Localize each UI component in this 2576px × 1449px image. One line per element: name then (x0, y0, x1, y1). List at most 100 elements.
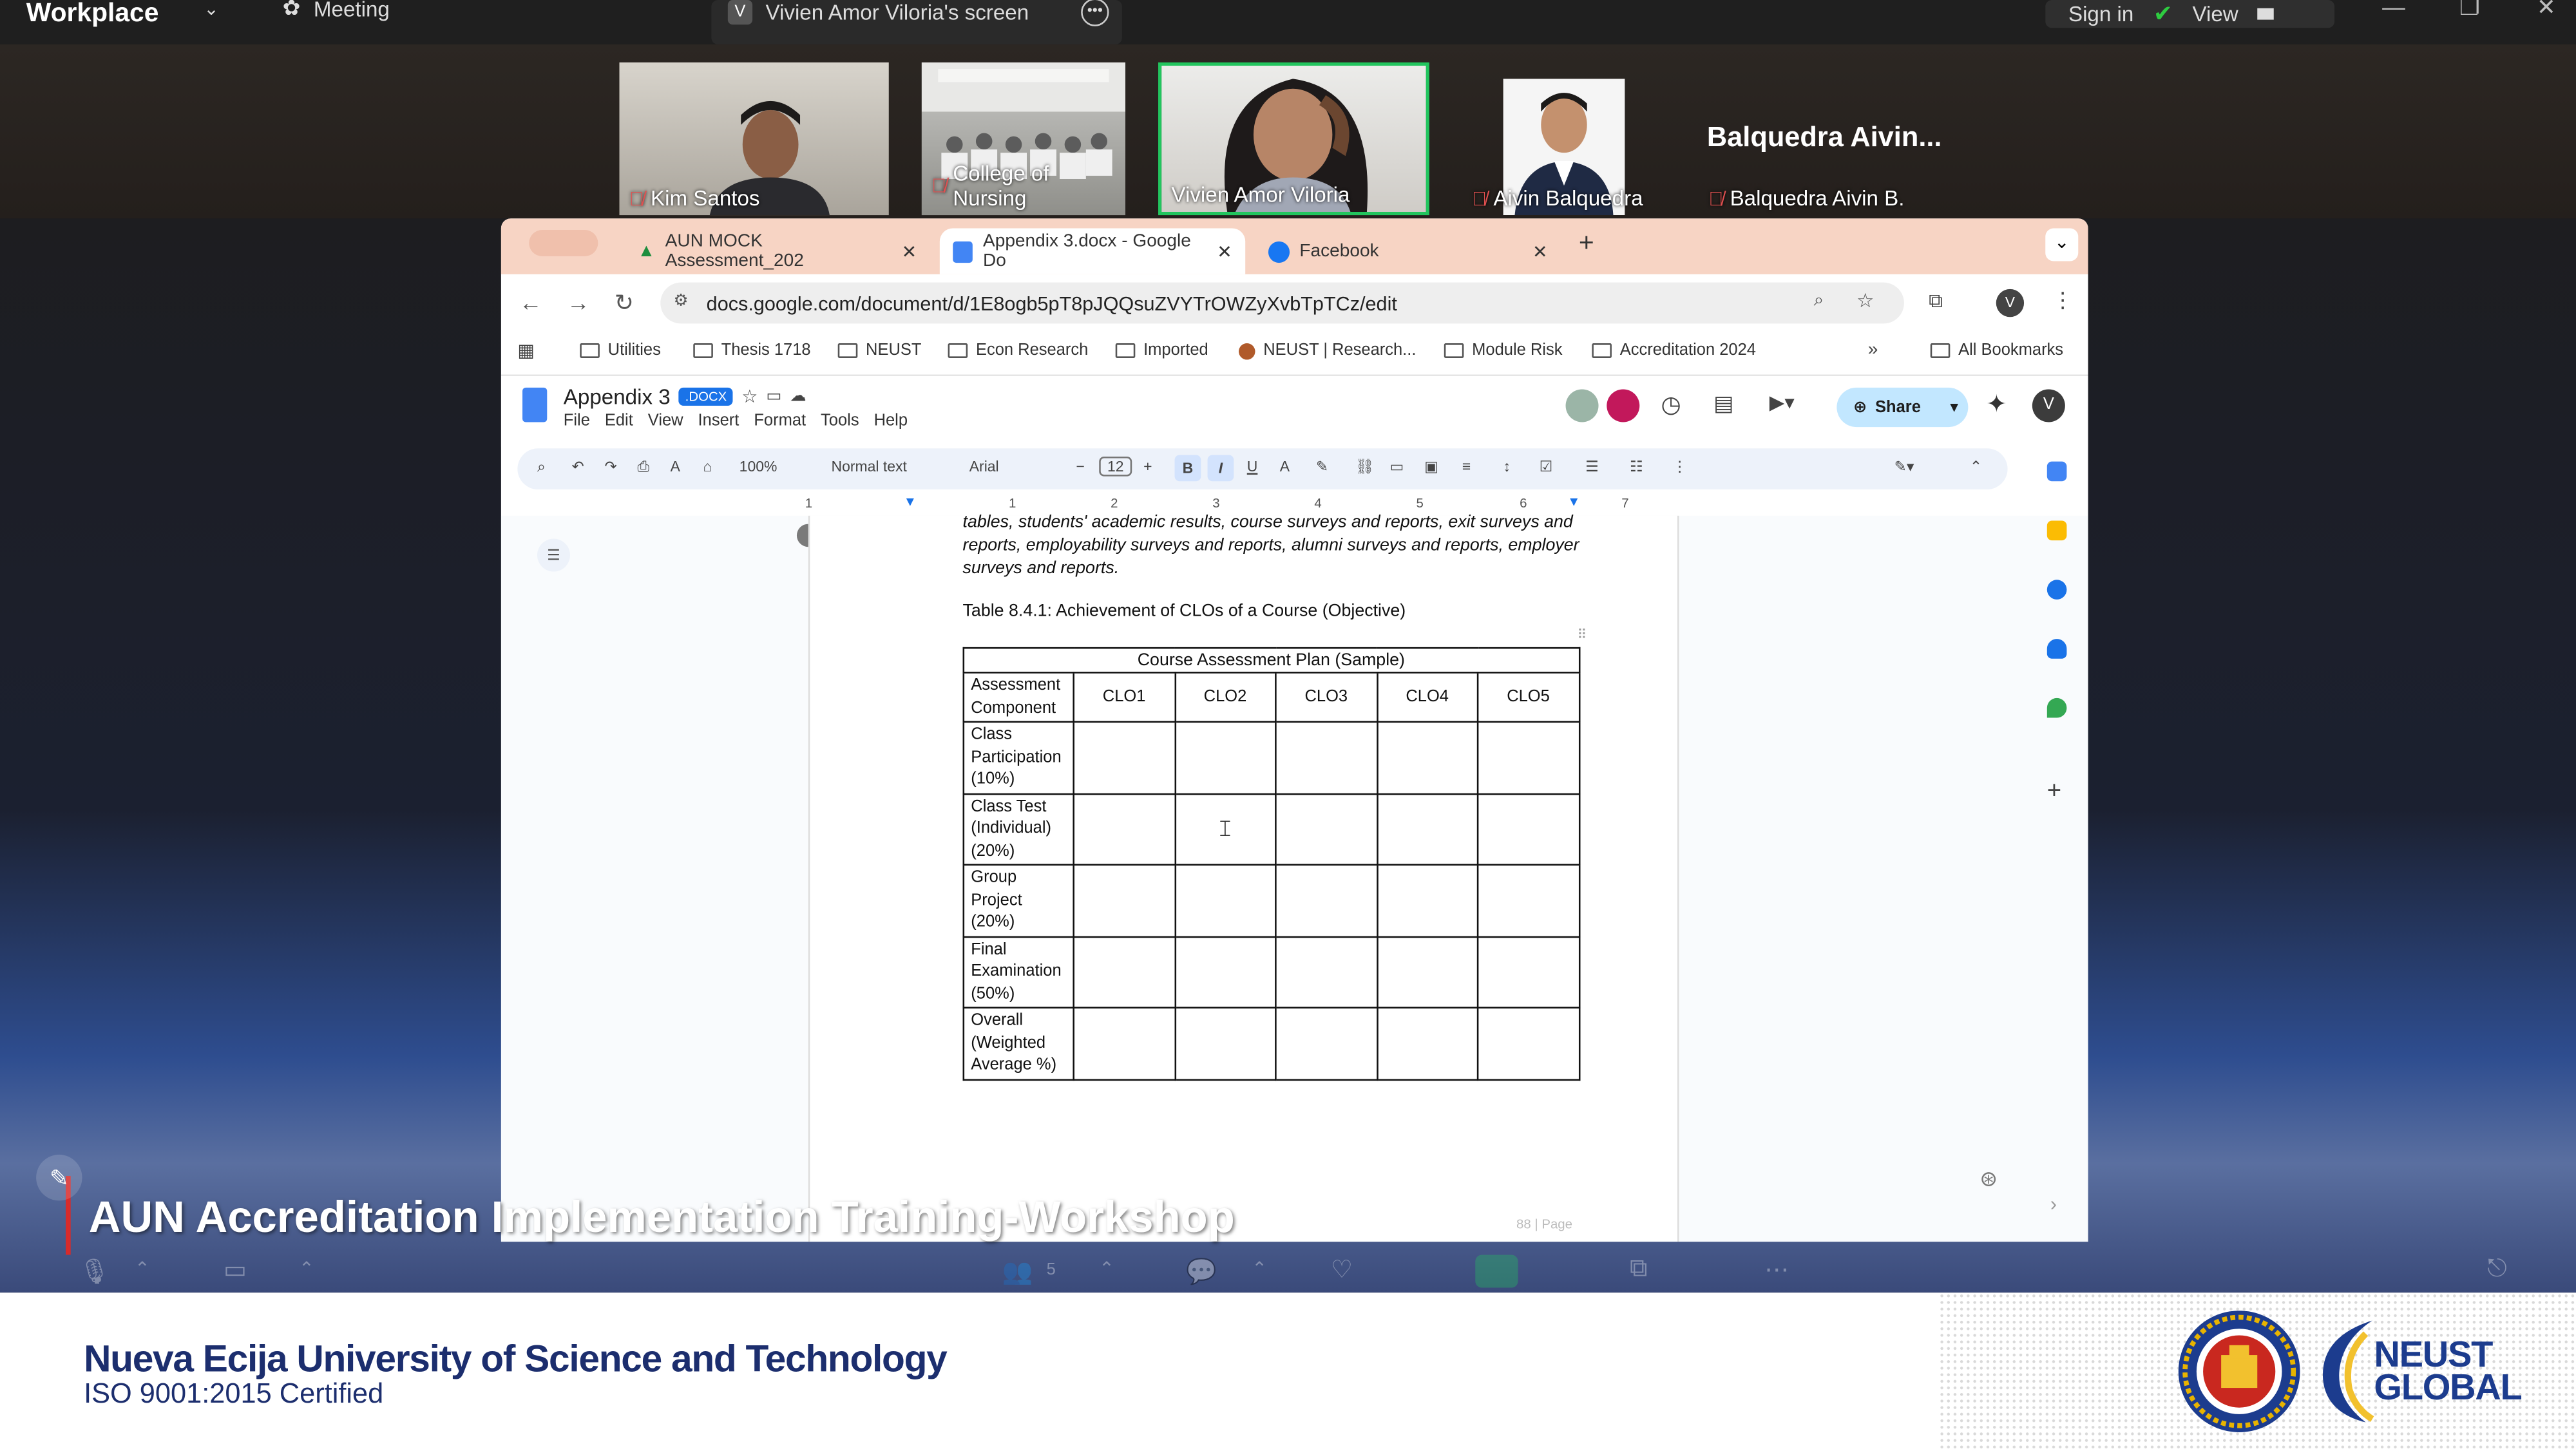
new-tab-icon[interactable]: + (1579, 230, 1594, 260)
participants-options-icon[interactable]: ⌃ (1099, 1258, 1114, 1280)
meeting-menu[interactable]: ✿ Meeting (283, 0, 390, 21)
video-options-icon[interactable]: ⌃ (299, 1258, 314, 1280)
google-docs-logo-icon[interactable] (522, 387, 548, 422)
align-icon[interactable]: ≡ (1462, 459, 1471, 475)
italic-icon[interactable]: I (1207, 455, 1234, 482)
table-cell[interactable] (1476, 721, 1580, 795)
hide-menus-icon[interactable]: ⌃ (1970, 459, 1982, 477)
menu-file[interactable]: File (564, 412, 590, 430)
participant-tile-aivin-balquedra[interactable]: 🎙̸ Aivin Balquedra (1462, 62, 1666, 216)
table-cell[interactable] (1375, 864, 1479, 937)
numbered-list-icon[interactable]: ☷ (1630, 459, 1643, 477)
editing-mode-icon[interactable]: ✎▾ (1894, 459, 1914, 477)
table-cell[interactable] (1275, 792, 1378, 866)
leave-icon[interactable]: ⎋ (2487, 1255, 2506, 1283)
bookmark-neust-research[interactable]: NEUST | Research... (1239, 341, 1416, 360)
line-spacing-icon[interactable]: ↕ (1503, 459, 1511, 475)
bookmark-utilities[interactable]: Utilities (580, 341, 661, 360)
menu-format[interactable]: Format (754, 412, 806, 430)
back-icon[interactable]: ← (519, 289, 542, 316)
bookmark-neust[interactable]: NEUST (837, 341, 922, 360)
collaborator-avatar[interactable] (1607, 389, 1640, 422)
redo-icon[interactable]: ↷ (605, 459, 617, 477)
table-cell[interactable] (1375, 935, 1479, 1009)
increase-font-icon[interactable]: + (1143, 459, 1152, 475)
zoom-select[interactable]: 100% (739, 459, 778, 475)
search-menus-icon[interactable]: ⌕ (537, 459, 546, 477)
bulleted-list-icon[interactable]: ☰ (1585, 459, 1599, 477)
right-indent-marker-icon[interactable]: ▼ (1567, 495, 1580, 509)
share-button[interactable]: ⊕ Share ▾ (1837, 387, 1969, 428)
share-dropdown-icon[interactable]: ▾ (1950, 398, 1958, 416)
more-options-icon[interactable]: ••• (1081, 0, 1109, 26)
table-cell[interactable] (1073, 935, 1176, 1009)
doc-title[interactable]: Appendix 3 (564, 384, 671, 409)
meet-camera-icon[interactable]: ▶▾ (1770, 391, 1795, 414)
bookmark-thesis-1718[interactable]: Thesis 1718 (693, 341, 811, 360)
more-tools-icon[interactable]: ⋮ (1672, 459, 1687, 477)
zoom-lens-icon[interactable]: ⌕ (1814, 290, 1824, 312)
browser-tab-facebook[interactable]: Facebook ✕ (1255, 229, 1561, 274)
more-icon[interactable]: ⋯ (1764, 1255, 1789, 1284)
menu-tools[interactable]: Tools (821, 412, 859, 430)
bookmark-star-icon[interactable]: ☆ (1856, 289, 1874, 312)
chat-options-icon[interactable]: ⌃ (1252, 1258, 1267, 1280)
table-cell[interactable] (1476, 1007, 1580, 1080)
insert-image-icon[interactable]: ▣ (1424, 459, 1438, 477)
mic-icon[interactable]: 🎙 (79, 1256, 110, 1286)
apps-grid-icon[interactable]: ▦ (517, 340, 535, 361)
table-cell[interactable] (1174, 721, 1277, 795)
table-cell[interactable] (1073, 864, 1176, 937)
restore-icon[interactable]: ❐ (2459, 0, 2480, 21)
all-bookmarks[interactable]: All Bookmarks (1930, 341, 2063, 360)
document-outline-icon[interactable]: ☰ (537, 538, 570, 572)
table-cell[interactable] (1174, 1007, 1277, 1080)
participant-tile-kim-santos[interactable]: 🎙̸ Kim Santos (619, 62, 889, 216)
view-button[interactable]: View (2192, 2, 2238, 26)
close-icon[interactable]: ✕ (2537, 0, 2556, 21)
maps-icon[interactable] (2046, 697, 2067, 718)
table-cell[interactable] (1375, 792, 1479, 866)
tasks-icon[interactable] (2046, 580, 2067, 600)
browser-menu-icon[interactable]: ⋮ (2052, 287, 2073, 314)
keep-icon[interactable] (2046, 520, 2067, 541)
undo-icon[interactable]: ↶ (572, 459, 584, 477)
account-avatar[interactable]: V (2032, 389, 2065, 422)
cloud-status-icon[interactable]: ☁ (790, 388, 806, 406)
table-cell[interactable] (1073, 792, 1176, 866)
bold-icon[interactable]: B (1174, 455, 1201, 482)
browser-tab-appendix-3[interactable]: Appendix 3.docx - Google Do ✕ (939, 228, 1246, 274)
comments-icon[interactable]: ▤ (1713, 391, 1733, 417)
table-cell[interactable] (1476, 935, 1580, 1009)
text-color-icon[interactable]: A (1280, 459, 1290, 475)
get-addons-icon[interactable]: + (2047, 777, 2061, 804)
video-icon[interactable]: ▭ (224, 1255, 247, 1284)
participants-icon[interactable]: 👥 (1002, 1256, 1033, 1286)
version-history-icon[interactable]: ◷ (1661, 391, 1681, 419)
bookmark-econ-research[interactable]: Econ Research (948, 341, 1088, 360)
participant-tile-college-of-nursing[interactable]: 🎙̸ College of Nursing (921, 62, 1126, 216)
participant-tile-vivien-amor-viloria[interactable]: Vivien Amor Viloria (1158, 62, 1429, 216)
profile-avatar[interactable]: V (1996, 289, 2025, 317)
table-cell[interactable] (1375, 1007, 1479, 1080)
table-cell[interactable] (1174, 935, 1277, 1009)
sign-in-button[interactable]: Sign in (2068, 2, 2133, 26)
menu-help[interactable]: Help (874, 412, 908, 430)
forward-icon[interactable]: → (567, 289, 590, 316)
close-tab-icon[interactable]: ✕ (902, 241, 917, 262)
table-cell[interactable] (1275, 864, 1378, 937)
star-icon[interactable]: ☆ (741, 386, 758, 408)
table-cell[interactable] (1174, 864, 1277, 937)
insert-link-icon[interactable]: ⛓ (1355, 459, 1374, 477)
close-tab-icon[interactable]: ✕ (1217, 241, 1232, 262)
table-cell[interactable] (1275, 935, 1378, 1009)
paragraph-style-select[interactable]: Normal text (832, 459, 907, 475)
decrease-font-icon[interactable]: − (1076, 459, 1085, 475)
table-cell[interactable] (1073, 721, 1176, 795)
bookmark-module-risk[interactable]: Module Risk (1444, 341, 1563, 360)
print-icon[interactable]: ⎙ (638, 459, 649, 477)
underline-icon[interactable]: U (1247, 459, 1258, 475)
browser-tab-aun-mock[interactable]: ▲ AUN MOCK Assessment_202 ✕ (624, 229, 930, 274)
more-bookmarks-icon[interactable]: » (1868, 340, 1878, 360)
mic-options-icon[interactable]: ⌃ (135, 1258, 150, 1280)
